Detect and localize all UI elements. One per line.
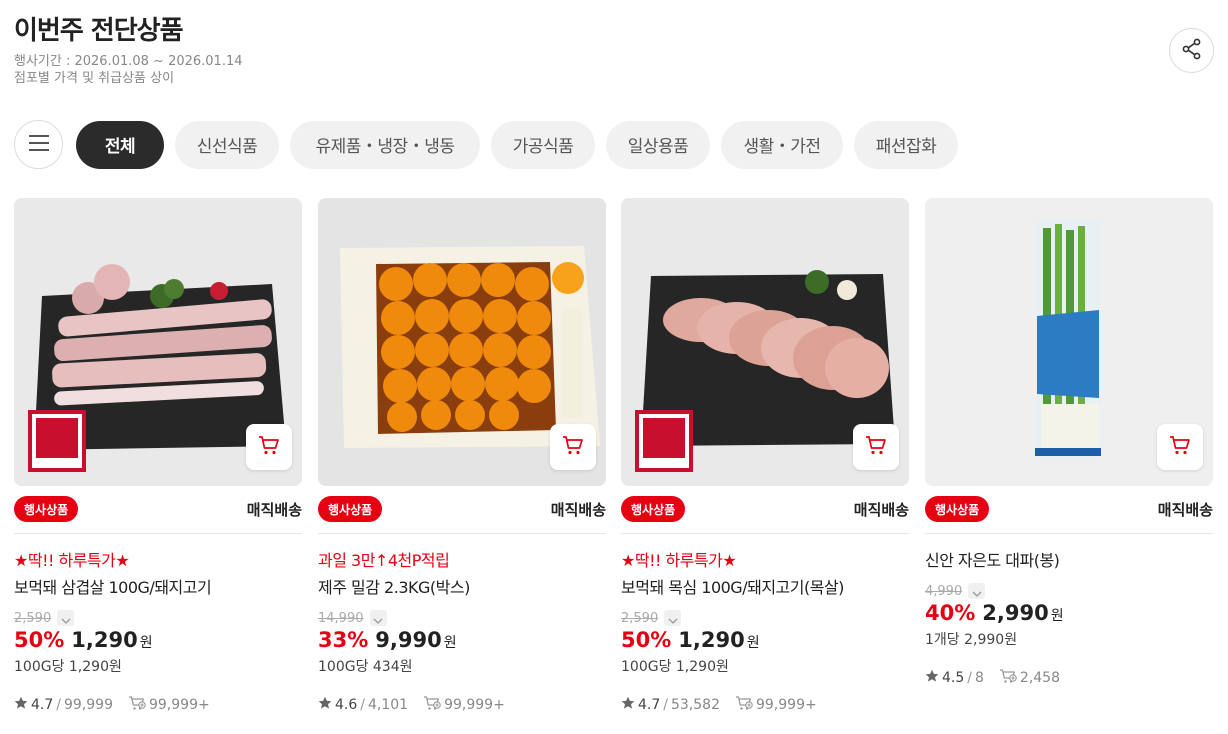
cart-icon bbox=[561, 433, 585, 461]
review-count: 53,582 bbox=[670, 697, 720, 713]
price-detail-button[interactable] bbox=[369, 609, 387, 628]
event-period: 행사기간 : 2026.01.08 ~ 2026.01.14 bbox=[14, 54, 243, 69]
add-to-cart-button[interactable] bbox=[853, 424, 899, 470]
product-name[interactable]: 제주 밀감 2.3KG(박스) bbox=[318, 574, 606, 598]
tab-fresh-food[interactable]: 신선식품 bbox=[175, 120, 279, 169]
review-count: 99,999 bbox=[63, 697, 113, 713]
share-icon bbox=[1180, 37, 1204, 65]
delivery-type: 매직배송 bbox=[550, 500, 606, 519]
product-name[interactable]: 보먹돼 삼겹살 100G/돼지고기 bbox=[14, 574, 302, 598]
chevron-down-icon bbox=[668, 609, 678, 628]
chevron-down-icon bbox=[373, 609, 383, 628]
cart-icon bbox=[257, 433, 281, 461]
unit-price: 1개당 2,990원 bbox=[925, 632, 1018, 648]
sale-price: 1,290 bbox=[71, 628, 138, 652]
rating: 4.7 bbox=[638, 697, 661, 713]
hamburger-icon bbox=[28, 134, 49, 156]
discount-rate: 50% bbox=[14, 628, 65, 652]
cart-icon bbox=[864, 433, 888, 461]
product-card[interactable]: 행사상품 매직배송 과일 3만↑4천P적립 제주 밀감 2.3KG(박스) 14… bbox=[318, 198, 606, 715]
delivery-type: 매직배송 bbox=[853, 500, 909, 519]
add-to-cart-button[interactable] bbox=[246, 424, 292, 470]
product-image[interactable] bbox=[621, 198, 909, 486]
divider bbox=[621, 533, 909, 534]
review-count: 4,101 bbox=[367, 697, 409, 713]
category-tabs: 전체 신선식품 유제품・냉장・냉동 가공식품 일상용품 생활・가전 패션잡화 bbox=[14, 120, 958, 169]
unit-price: 100G당 1,290원 bbox=[621, 659, 729, 675]
star-icon bbox=[621, 696, 635, 714]
discount-rate: 33% bbox=[318, 628, 369, 652]
star-icon bbox=[14, 696, 28, 714]
currency-unit: 원 bbox=[139, 635, 153, 651]
category-menu-button[interactable] bbox=[14, 120, 63, 169]
original-price: 14,990 bbox=[318, 610, 364, 626]
cart-count-icon bbox=[128, 695, 146, 715]
delivery-type: 매직배송 bbox=[246, 500, 302, 519]
star-icon bbox=[318, 696, 332, 714]
product-card[interactable]: 행사상품 매직배송 신안 자은도 대파(봉) 4,990 40% 2,990 원… bbox=[925, 198, 1213, 688]
price-detail-button[interactable] bbox=[968, 582, 986, 601]
add-to-cart-button[interactable] bbox=[550, 424, 596, 470]
product-name[interactable]: 신안 자은도 대파(봉) bbox=[925, 547, 1213, 571]
divider bbox=[318, 533, 606, 534]
cart-count: 99,999+ bbox=[755, 697, 817, 713]
tab-all[interactable]: 전체 bbox=[76, 120, 164, 169]
currency-unit: 원 bbox=[746, 635, 760, 651]
unit-price: 100G당 1,290원 bbox=[14, 659, 122, 675]
cart-count: 2,458 bbox=[1019, 670, 1060, 686]
rating: 4.6 bbox=[335, 697, 358, 713]
cart-count: 99,999+ bbox=[444, 697, 505, 713]
unit-price: 100G당 434원 bbox=[318, 659, 413, 675]
cart-icon bbox=[1168, 433, 1192, 461]
sale-badge: 행사상품 bbox=[925, 496, 990, 522]
rating: 4.5 bbox=[942, 670, 965, 686]
share-button[interactable] bbox=[1169, 28, 1214, 73]
product-card[interactable]: 행사상품 매직배송 ★딱!! 하루특가★ 보먹돼 삼겹살 100G/돼지고기 2… bbox=[14, 198, 302, 715]
star-icon bbox=[925, 669, 939, 687]
tab-fashion[interactable]: 패션잡화 bbox=[854, 120, 958, 169]
promo-text: ★딱!! 하루특가★ bbox=[621, 551, 737, 570]
product-image[interactable] bbox=[925, 198, 1213, 486]
divider bbox=[925, 533, 1213, 534]
price-detail-button[interactable] bbox=[57, 609, 75, 628]
sale-badge: 행사상품 bbox=[621, 496, 686, 522]
chevron-down-icon bbox=[972, 582, 982, 601]
cart-count-icon bbox=[735, 695, 753, 715]
tab-processed-food[interactable]: 가공식품 bbox=[491, 120, 595, 169]
product-card[interactable]: 행사상품 매직배송 ★딱!! 하루특가★ 보먹돼 목심 100G/돼지고기(목살… bbox=[621, 198, 909, 715]
price-detail-button[interactable] bbox=[664, 609, 682, 628]
rating: 4.7 bbox=[31, 697, 54, 713]
page-title: 이번주 전단상품 bbox=[14, 16, 183, 46]
tab-daily-goods[interactable]: 일상용품 bbox=[606, 120, 710, 169]
discount-rate: 50% bbox=[621, 628, 672, 652]
original-price: 2,590 bbox=[621, 610, 659, 626]
delivery-type: 매직배송 bbox=[1157, 500, 1213, 519]
promo-text: ★딱!! 하루특가★ bbox=[14, 551, 130, 570]
cart-count-icon bbox=[999, 668, 1017, 688]
sale-price: 9,990 bbox=[375, 628, 442, 652]
sale-price: 2,990 bbox=[982, 601, 1049, 625]
original-price: 4,990 bbox=[925, 583, 963, 599]
product-image[interactable] bbox=[14, 198, 302, 486]
discount-rate: 40% bbox=[925, 601, 976, 625]
divider bbox=[14, 533, 302, 534]
add-to-cart-button[interactable] bbox=[1157, 424, 1203, 470]
sale-badge: 행사상품 bbox=[14, 496, 79, 522]
currency-unit: 원 bbox=[1050, 608, 1064, 624]
cart-count: 99,999+ bbox=[148, 697, 210, 713]
promo-text: 과일 3만↑4천P적립 bbox=[318, 551, 450, 570]
sale-price: 1,290 bbox=[678, 628, 745, 652]
tab-living-appliances[interactable]: 생활・가전 bbox=[721, 120, 843, 169]
chevron-down-icon bbox=[61, 609, 71, 628]
cart-count-icon bbox=[423, 695, 441, 715]
product-image[interactable] bbox=[318, 198, 606, 486]
original-price: 2,590 bbox=[14, 610, 52, 626]
currency-unit: 원 bbox=[443, 635, 457, 651]
tab-dairy-frozen[interactable]: 유제품・냉장・냉동 bbox=[290, 120, 480, 169]
page-header: 이번주 전단상품 행사기간 : 2026.01.08 ~ 2026.01.14 … bbox=[14, 10, 243, 87]
sale-badge: 행사상품 bbox=[318, 496, 383, 522]
store-notice: 점포별 가격 및 취급상품 상이 bbox=[14, 71, 175, 86]
product-name[interactable]: 보먹돼 목심 100G/돼지고기(목살) bbox=[621, 574, 909, 598]
review-count: 8 bbox=[974, 670, 984, 686]
